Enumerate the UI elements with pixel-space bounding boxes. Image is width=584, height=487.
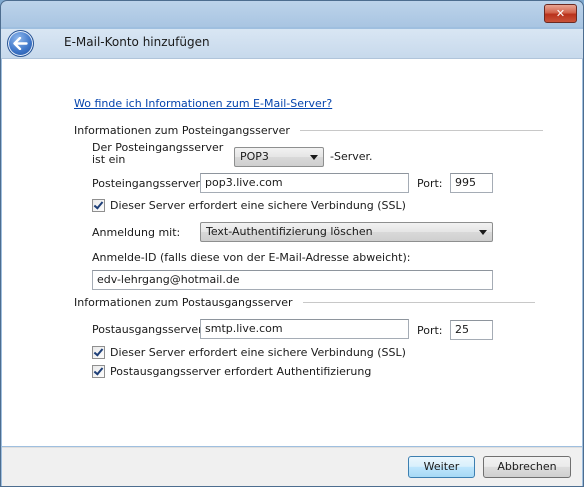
outgoing-server-field[interactable]: smtp.live.com xyxy=(200,319,409,339)
login-method-label: Anmeldung mit: xyxy=(92,226,181,239)
outgoing-server-value: smtp.live.com xyxy=(205,322,283,335)
incoming-port-value: 995 xyxy=(455,176,476,189)
server-type-select[interactable]: POP3 xyxy=(234,147,324,167)
dialog-window: ✕ E-Mail-Konto hinzufügen Wo finde ich I… xyxy=(0,0,584,487)
login-id-field[interactable]: edv-lehrgang@hotmail.de xyxy=(92,270,493,290)
back-button[interactable] xyxy=(7,30,34,57)
outgoing-port-value: 25 xyxy=(455,323,469,336)
incoming-server-label: Posteingangsserver: xyxy=(92,177,204,190)
incoming-server-field[interactable]: pop3.live.com xyxy=(200,173,409,193)
login-method-select[interactable]: Text-Authentifizierung löschen xyxy=(200,222,493,242)
login-method-value: Text-Authentifizierung löschen xyxy=(206,225,373,238)
next-button[interactable]: Weiter xyxy=(408,456,475,478)
server-type-value: POP3 xyxy=(240,150,269,163)
outgoing-section-header: Informationen zum Postausgangsserver xyxy=(74,296,535,309)
chevron-down-icon xyxy=(479,230,487,235)
chevron-down-icon xyxy=(310,155,318,160)
dialog-content: Wo finde ich Informationen zum E-Mail-Se… xyxy=(2,59,582,446)
incoming-server-value: pop3.live.com xyxy=(205,176,283,189)
checkbox-box[interactable] xyxy=(92,365,105,378)
outgoing-server-label: Postausgangsserver: xyxy=(92,323,207,336)
checkbox-box[interactable] xyxy=(92,199,105,212)
dialog-header: E-Mail-Konto hinzufügen xyxy=(1,29,583,59)
checkmark-icon xyxy=(93,365,104,376)
incoming-ssl-label: Dieser Server erfordert eine sichere Ver… xyxy=(110,199,406,212)
checkmark-icon xyxy=(93,199,104,210)
outgoing-auth-checkbox[interactable]: Postausgangsserver erfordert Authentifiz… xyxy=(92,365,371,378)
server-type-label: Der Posteingangsserver ist ein xyxy=(92,141,224,166)
login-id-value: edv-lehrgang@hotmail.de xyxy=(97,273,240,286)
outgoing-port-label: Port: xyxy=(417,324,443,337)
incoming-port-label: Port: xyxy=(417,177,443,190)
incoming-section-title: Informationen zum Posteingangsserver xyxy=(74,124,290,137)
outgoing-auth-label: Postausgangsserver erfordert Authentifiz… xyxy=(110,365,372,378)
incoming-ssl-checkbox[interactable]: Dieser Server erfordert eine sichere Ver… xyxy=(92,199,406,212)
outgoing-section-title: Informationen zum Postausgangsserver xyxy=(74,296,293,309)
checkmark-icon xyxy=(93,346,104,357)
cancel-button[interactable]: Abbrechen xyxy=(483,456,571,478)
checkbox-box[interactable] xyxy=(92,346,105,359)
incoming-section-header: Informationen zum Posteingangsserver xyxy=(74,124,543,137)
server-type-suffix: -Server. xyxy=(330,150,373,163)
login-id-label: Anmelde-ID (falls diese von der E-Mail-A… xyxy=(92,251,411,264)
section-divider xyxy=(299,130,543,131)
dialog-footer: Weiter Abbrechen xyxy=(2,447,582,486)
close-icon: ✕ xyxy=(555,7,566,20)
outgoing-port-field[interactable]: 25 xyxy=(450,320,493,340)
dialog-title: E-Mail-Konto hinzufügen xyxy=(64,35,210,49)
help-link[interactable]: Wo finde ich Informationen zum E-Mail-Se… xyxy=(74,97,332,110)
title-bar: ✕ xyxy=(1,1,583,29)
back-arrow-icon xyxy=(13,37,28,50)
section-divider xyxy=(302,302,535,303)
outgoing-ssl-checkbox[interactable]: Dieser Server erfordert eine sichere Ver… xyxy=(92,346,406,359)
outgoing-ssl-label: Dieser Server erfordert eine sichere Ver… xyxy=(110,346,406,359)
incoming-port-field[interactable]: 995 xyxy=(450,173,493,193)
close-button[interactable]: ✕ xyxy=(544,4,577,23)
